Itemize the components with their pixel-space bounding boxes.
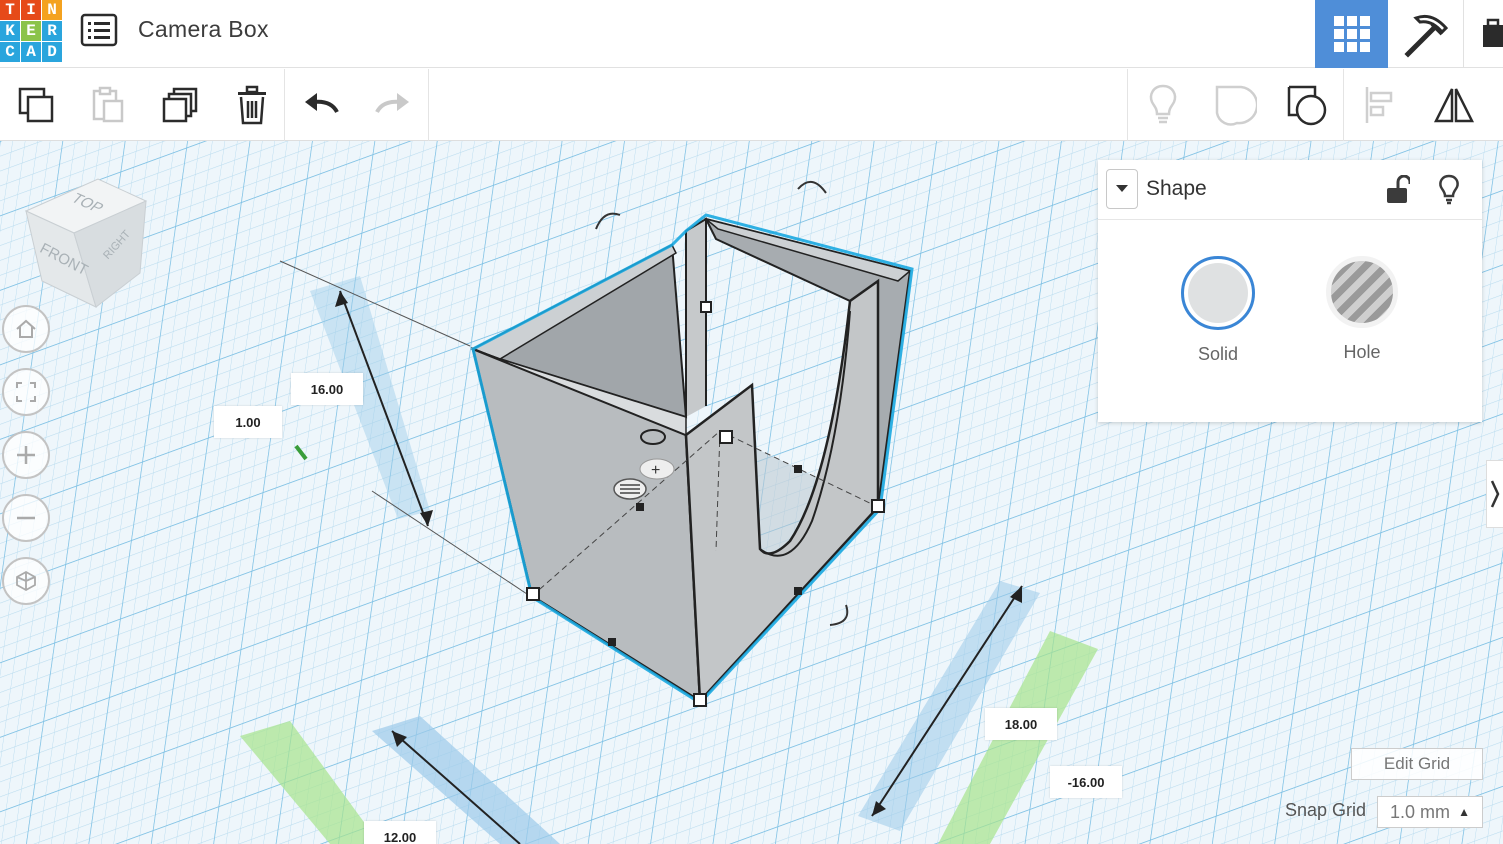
edit-actions (0, 69, 288, 141)
grid-icon (1333, 16, 1370, 52)
fit-view-button[interactable] (2, 368, 50, 416)
mirror-button[interactable] (1417, 69, 1491, 141)
duplicate-button[interactable] (144, 69, 216, 141)
ungroup-button[interactable] (1199, 69, 1271, 141)
shape-inspector-panel: Shape Solid Hole (1098, 160, 1482, 422)
logo-letter: T (0, 0, 20, 20)
logo-letter: D (42, 42, 62, 62)
logo-letter: K (0, 21, 20, 41)
hole-label: Hole (1343, 342, 1381, 362)
logo-letter: E (21, 21, 41, 41)
list-icon (80, 13, 118, 47)
copy-icon (18, 87, 54, 123)
solid-swatch[interactable] (1181, 256, 1255, 330)
undo-button[interactable] (285, 69, 357, 141)
height-dimension-input[interactable]: 16.00 (291, 373, 363, 405)
logo-letter: I (21, 0, 41, 20)
lightbulb-icon (1439, 174, 1459, 205)
zoom-out-button[interactable] (2, 494, 50, 542)
delete-button[interactable] (216, 69, 288, 141)
home-view-button[interactable] (2, 305, 50, 353)
offset-dimension-input[interactable]: -16.00 (1050, 766, 1122, 798)
snap-grid-select[interactable]: 1.0 mm ▲ (1377, 796, 1483, 828)
edit-toolbar (0, 69, 1503, 141)
solid-option[interactable]: Solid (1178, 256, 1258, 365)
hole-swatch[interactable] (1326, 256, 1398, 328)
toolbar-divider (1343, 69, 1344, 141)
length-dimension-input[interactable]: 12.00 (364, 821, 436, 844)
logo-letter: C (0, 42, 20, 62)
width-dimension-input[interactable]: 18.00 (985, 708, 1057, 740)
logo-letter: R (42, 21, 62, 41)
elevation-dimension-input[interactable]: 1.00 (214, 406, 282, 438)
collapse-panel-button[interactable] (1106, 169, 1138, 209)
delete-icon (238, 85, 266, 125)
show-hidden-button[interactable] (1127, 69, 1199, 141)
edit-grid-button[interactable]: Edit Grid (1351, 748, 1483, 780)
3d-view-button[interactable] (1315, 0, 1388, 68)
top-header: T I N K E R C A D Camera Box (0, 0, 1503, 68)
undo-icon (305, 93, 339, 114)
design-list-button[interactable] (80, 13, 118, 47)
chevron-down-icon (1116, 185, 1128, 192)
redo-button[interactable] (357, 69, 429, 141)
svg-text:+: + (651, 462, 660, 479)
hole-option[interactable]: Hole (1322, 256, 1402, 363)
ortho-view-button[interactable] (2, 557, 50, 605)
ortho-icon (16, 570, 36, 592)
paste-icon (92, 86, 124, 123)
briefcase-icon (1483, 18, 1503, 47)
design-title[interactable]: Camera Box (138, 16, 269, 43)
arrange-actions (1345, 69, 1491, 141)
fit-icon (16, 382, 36, 402)
shape-panel-header: Shape (1098, 160, 1482, 220)
paste-button[interactable] (72, 69, 144, 141)
home-icon (16, 319, 36, 338)
lock-button[interactable] (1383, 174, 1413, 206)
caret-up-icon: ▲ (1458, 805, 1470, 819)
group-button[interactable] (1271, 69, 1343, 141)
align-button[interactable] (1345, 69, 1417, 141)
group-icon (1287, 85, 1327, 126)
show-all-icon (1215, 85, 1257, 126)
snap-grid-label: Snap Grid (1285, 800, 1367, 820)
duplicate-icon (162, 87, 198, 123)
zoom-out-icon (17, 516, 35, 520)
align-icon (1365, 87, 1393, 123)
blocks-view-button[interactable] (1388, 0, 1464, 68)
shape-panel-title: Shape (1146, 177, 1207, 200)
copy-button[interactable] (0, 69, 72, 141)
lightbulb-icon (1149, 84, 1177, 124)
logo-letter: A (21, 42, 41, 62)
mirror-icon (1433, 88, 1475, 123)
toolbar-divider (428, 69, 429, 141)
lessons-button[interactable] (1468, 0, 1503, 68)
expand-sidebar-tab[interactable] (1486, 460, 1503, 528)
logo-letter: N (42, 0, 62, 20)
solid-label: Solid (1197, 344, 1239, 364)
pickaxe-icon (1403, 14, 1448, 58)
zoom-in-button[interactable] (2, 431, 50, 479)
redo-icon (375, 93, 409, 114)
zoom-in-icon (17, 446, 35, 464)
hide-shape-button[interactable] (1434, 174, 1464, 206)
history-actions (285, 69, 429, 141)
view-actions (1127, 69, 1343, 141)
tinkercad-logo[interactable]: T I N K E R C A D (0, 0, 62, 62)
snap-grid-value: 1.0 mm (1390, 801, 1451, 822)
unlock-icon (1387, 175, 1410, 203)
chevron-right-icon (1490, 480, 1500, 508)
